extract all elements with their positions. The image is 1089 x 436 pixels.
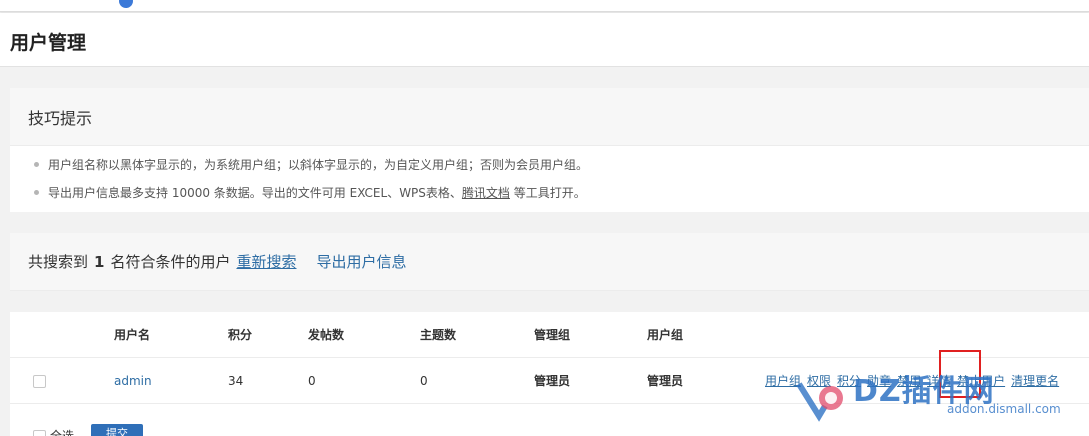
page-title: 用户管理 (10, 32, 87, 54)
select-all-label: 全选 (50, 429, 75, 436)
result-count: 1 (94, 252, 105, 271)
top-bar (0, 0, 1089, 12)
tip-text: 等工具打开。 (509, 186, 586, 200)
export-user-info-link[interactable]: 导出用户信息 (316, 251, 406, 272)
watermark-logo-icon (797, 382, 843, 422)
search-prefix: 共搜索到 (28, 253, 89, 271)
col-posts: 发帖数 (308, 328, 345, 342)
tips-panel: 技巧提示 用户组名称以黑体字显示的，为系统用户组；以斜体字显示的，为自定义用户组… (10, 88, 1089, 212)
admin-group-value: 管理员 (534, 374, 571, 388)
tips-list: 用户组名称以黑体字显示的，为系统用户组；以斜体字显示的，为自定义用户组；否则为会… (10, 146, 1089, 213)
watermark-domain: addon.dismall.com (947, 402, 1061, 416)
row-checkbox[interactable] (33, 375, 46, 388)
col-user-group: 用户组 (647, 328, 684, 342)
page-header: 用户管理 (0, 13, 1089, 67)
watermark: DZ插件网 addon.dismall.com (793, 362, 1089, 436)
tencent-docs-link[interactable]: 腾讯文档 (462, 186, 510, 200)
credits-value: 34 (228, 374, 244, 388)
col-admin-group: 管理组 (534, 328, 571, 342)
col-credits: 积分 (228, 328, 253, 342)
research-link[interactable]: 重新搜索 (236, 251, 296, 272)
username-link[interactable]: admin (114, 358, 152, 404)
threads-value: 0 (420, 374, 428, 388)
col-threads: 主题数 (420, 328, 457, 342)
tips-title: 技巧提示 (10, 88, 1089, 146)
tip-item: 用户组名称以黑体字显示的，为系统用户组；以斜体字显示的，为自定义用户组；否则为会… (34, 157, 1089, 185)
search-suffix: 名符合条件的用户 (110, 253, 231, 271)
tip-text: 导出用户信息最多支持 10000 条数据。导出的文件可用 EXCEL、WPS表格… (48, 186, 462, 200)
posts-value: 0 (308, 374, 316, 388)
user-group-value: 管理员 (647, 374, 684, 388)
col-username: 用户名 (114, 328, 151, 342)
tip-item: 导出用户信息最多支持 10000 条数据。导出的文件可用 EXCEL、WPS表格… (34, 185, 1089, 213)
table-header-row: 用户名 积分 发帖数 主题数 管理组 用户组 (10, 312, 1089, 358)
search-summary: 共搜索到 1 名符合条件的用户 重新搜索 导出用户信息 (10, 233, 1089, 291)
submit-button[interactable]: 提交 (91, 424, 143, 436)
info-icon[interactable] (119, 0, 133, 8)
select-all-checkbox[interactable] (33, 430, 46, 436)
tip-text: 用户组名称以黑体字显示的，为系统用户组；以斜体字显示的，为自定义用户组；否则为会… (48, 158, 589, 172)
